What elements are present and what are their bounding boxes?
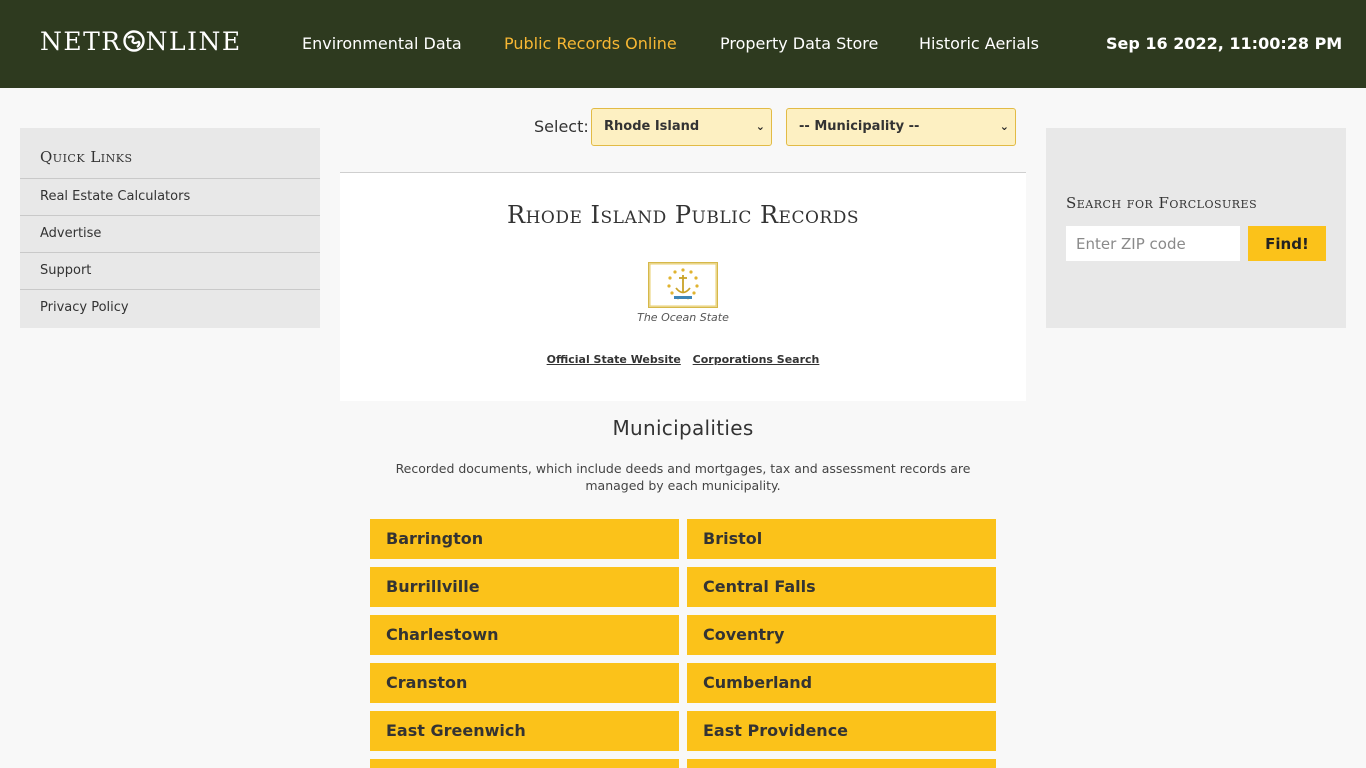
state-select-value: Rhode Island xyxy=(604,119,700,134)
chevron-down-icon: ⌄ xyxy=(999,120,1009,133)
find-button[interactable]: Find! xyxy=(1248,226,1326,261)
state-links: Official State Website Corporations Sear… xyxy=(340,353,1026,366)
nav-environmental-data[interactable]: Environmental Data xyxy=(302,32,462,56)
municipality-burrillville[interactable]: Burrillville xyxy=(370,567,679,607)
municipality-cumberland[interactable]: Cumberland xyxy=(687,663,996,703)
globe-icon xyxy=(122,30,145,52)
zip-code-input[interactable] xyxy=(1066,226,1240,261)
municipalities-description: Recorded documents, which include deeds … xyxy=(395,461,971,493)
page-title: Rhode Island Public Records xyxy=(507,201,859,229)
logo-text-left: NETR xyxy=(40,26,122,56)
state-info-card: Rhode Island Public Records The Ocean St… xyxy=(340,172,1026,401)
site-logo[interactable]: NETR NLINE xyxy=(40,26,242,56)
nav-property-data-store[interactable]: Property Data Store xyxy=(720,32,878,56)
corporations-search-link[interactable]: Corporations Search xyxy=(693,353,820,366)
quick-link-advertise[interactable]: Advertise xyxy=(20,216,320,253)
logo-text-right: NLINE xyxy=(145,26,242,56)
quick-links-panel: Quick Links Real Estate Calculators Adve… xyxy=(20,128,320,328)
chevron-down-icon: ⌄ xyxy=(755,120,765,133)
quick-links-title: Quick Links xyxy=(20,128,320,179)
quick-link-real-estate-calculators[interactable]: Real Estate Calculators xyxy=(20,179,320,216)
municipality-next-left[interactable] xyxy=(370,759,679,768)
datetime-display: Sep 16 2022, 11:00:28 PM xyxy=(1106,34,1343,53)
state-select[interactable]: Rhode Island ⌄ xyxy=(591,108,772,146)
municipality-bristol[interactable]: Bristol xyxy=(687,519,996,559)
municipality-next-right[interactable] xyxy=(687,759,996,768)
municipality-east-providence[interactable]: East Providence xyxy=(687,711,996,751)
municipality-cranston[interactable]: Cranston xyxy=(370,663,679,703)
municipalities-heading: Municipalities xyxy=(612,416,754,440)
municipality-select[interactable]: -- Municipality -- ⌄ xyxy=(786,108,1016,146)
state-flag-image xyxy=(648,262,718,308)
quick-link-support[interactable]: Support xyxy=(20,253,320,290)
state-nickname: The Ocean State xyxy=(637,311,729,324)
municipality-east-greenwich[interactable]: East Greenwich xyxy=(370,711,679,751)
municipality-central-falls[interactable]: Central Falls xyxy=(687,567,996,607)
nav-public-records-online[interactable]: Public Records Online xyxy=(504,32,677,56)
municipality-charlestown[interactable]: Charlestown xyxy=(370,615,679,655)
municipality-select-value: -- Municipality -- xyxy=(799,119,920,134)
official-state-website-link[interactable]: Official State Website xyxy=(547,353,681,366)
foreclosure-search-panel: Search for Forclosures Find! xyxy=(1046,128,1346,328)
quick-link-privacy-policy[interactable]: Privacy Policy xyxy=(20,290,320,327)
municipality-barrington[interactable]: Barrington xyxy=(370,519,679,559)
municipality-coventry[interactable]: Coventry xyxy=(687,615,996,655)
top-navbar: NETR NLINE Environmental Data Public Rec… xyxy=(0,0,1366,88)
foreclosure-search-title: Search for Forclosures xyxy=(1066,194,1258,212)
nav-historic-aerials[interactable]: Historic Aerials xyxy=(919,32,1039,56)
select-label: Select: xyxy=(534,117,589,136)
